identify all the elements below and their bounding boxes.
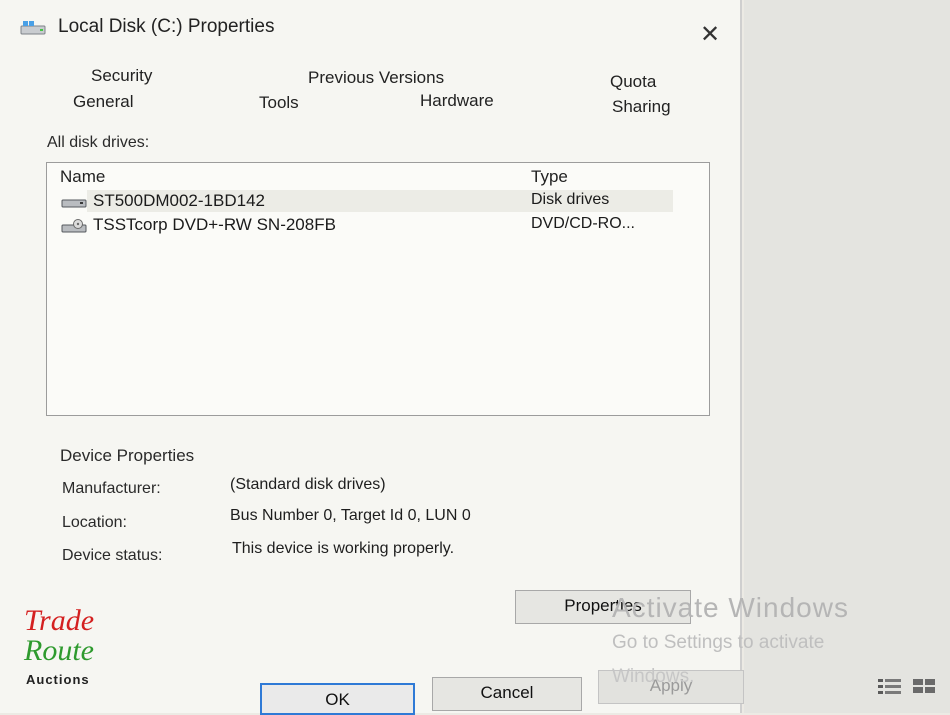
details-view-icon[interactable]	[876, 676, 904, 696]
logo-text-auctions: Auctions	[26, 672, 90, 687]
device-status-value: This device is working properly.	[232, 540, 455, 557]
tab-general[interactable]: General	[73, 92, 133, 112]
ok-button[interactable]: OK	[260, 683, 415, 715]
trade-route-auctions-logo: Trade Route Auctions	[24, 604, 116, 690]
location-value: Bus Number 0, Target Id 0, LUN 0	[230, 507, 471, 524]
manufacturer-value: (Standard disk drives)	[230, 476, 386, 493]
drive-icon	[20, 21, 46, 35]
drive-type: DVD/CD-RO...	[531, 215, 635, 232]
drive-type: Disk drives	[531, 191, 610, 208]
tab-hardware[interactable]: Hardware	[420, 91, 494, 111]
tab-tools[interactable]: Tools	[259, 93, 299, 113]
location-label: Location:	[62, 514, 127, 531]
tab-security[interactable]: Security	[91, 66, 152, 86]
activate-windows-instruction: Go to Settings to activate	[612, 632, 825, 653]
window-title: Local Disk (C:) Properties	[58, 16, 275, 37]
title-bar[interactable]: Local Disk (C:) Properties ✕	[0, 0, 742, 54]
drive-name: TSSTcorp DVD+-RW SN-208FB	[93, 215, 336, 234]
drive-name: ST500DM002-1BD142	[93, 191, 265, 210]
close-icon: ✕	[699, 21, 721, 48]
column-header-name[interactable]: Name	[60, 167, 105, 187]
list-item[interactable]: ST500DM002-1BD142 Disk drives	[47, 189, 709, 213]
device-status-label: Device status:	[62, 547, 163, 564]
activate-windows-instruction-cont: Windows.	[612, 666, 695, 687]
cancel-button[interactable]: Cancel	[432, 677, 582, 711]
tab-quota[interactable]: Quota	[610, 72, 656, 92]
disk-drive-list[interactable]: Name Type ST500DM002-1BD142 Disk drives …	[46, 162, 710, 416]
close-button[interactable]: ✕	[696, 22, 724, 50]
column-header-type[interactable]: Type	[531, 167, 568, 187]
logo-text-route: Route	[24, 634, 94, 667]
activate-windows-watermark: Activate Windows	[612, 592, 849, 623]
tab-previous-versions[interactable]: Previous Versions	[308, 68, 444, 88]
list-item[interactable]: TSSTcorp DVD+-RW SN-208FB DVD/CD-RO...	[47, 213, 709, 237]
tab-sharing[interactable]: Sharing	[612, 97, 671, 117]
all-disk-drives-label: All disk drives:	[47, 134, 150, 151]
manufacturer-label: Manufacturer:	[62, 480, 161, 497]
optical-drive-icon	[61, 219, 87, 233]
logo-text-trade: Trade	[24, 604, 95, 637]
device-properties-heading: Device Properties	[60, 446, 195, 465]
large-icons-view-icon[interactable]	[910, 676, 938, 696]
hard-disk-icon	[61, 199, 87, 208]
